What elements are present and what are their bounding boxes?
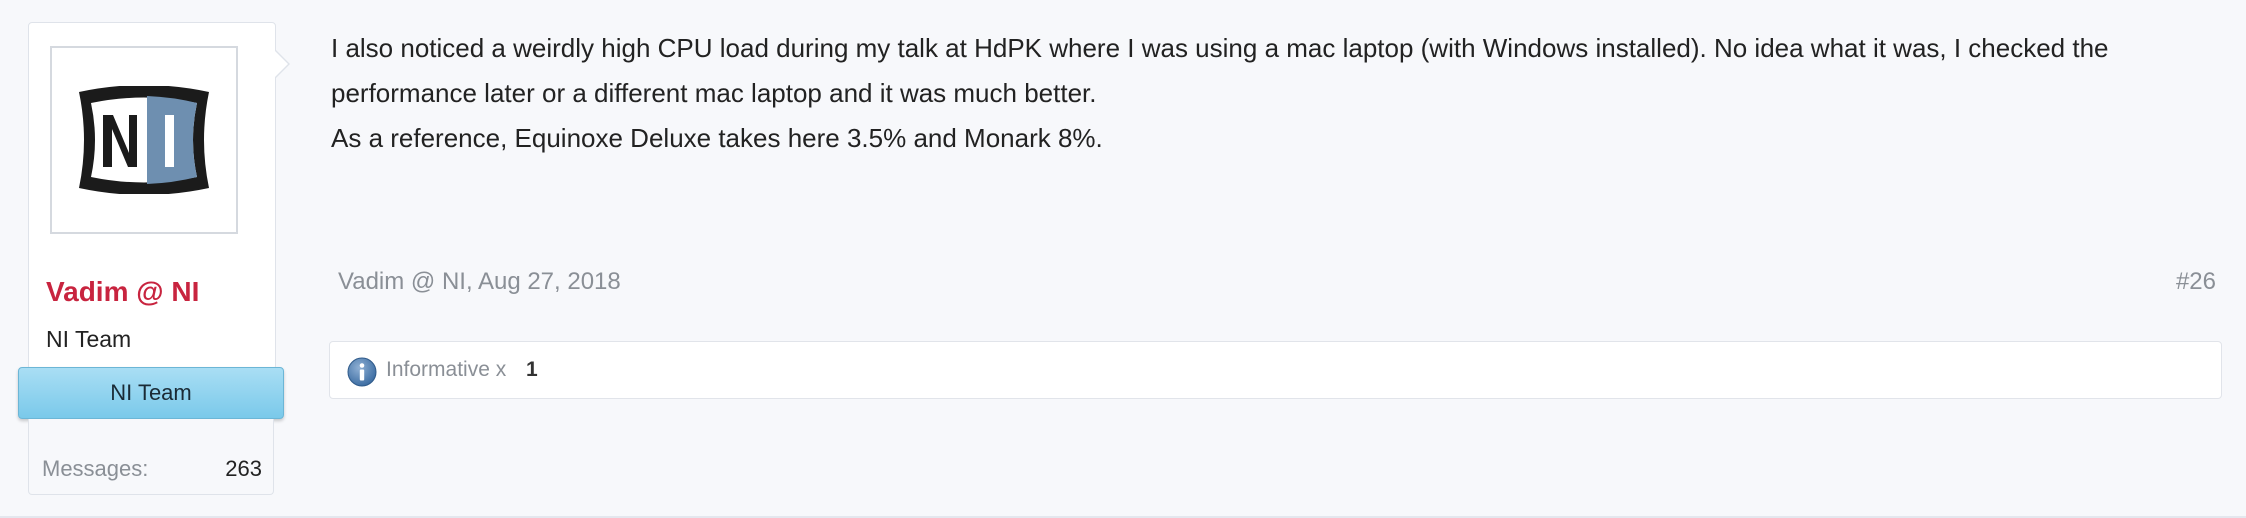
user-banner: NI Team xyxy=(18,367,284,419)
rating-count[interactable]: 1 xyxy=(526,358,538,382)
username[interactable]: Vadim @ NI xyxy=(46,276,199,308)
rating-label[interactable]: Informative x xyxy=(386,358,506,382)
forum-post: Vadim @ NI NI Team NI Team Messages: 263… xyxy=(0,0,2246,518)
message-body: I also noticed a weirdly high CPU load d… xyxy=(331,26,2211,161)
message-arrow-fill xyxy=(274,50,288,78)
ratings-bar xyxy=(329,341,2222,399)
messages-label: Messages: xyxy=(42,456,149,481)
messages-count[interactable]: 263 xyxy=(200,456,262,482)
info-icon xyxy=(347,357,377,387)
avatar[interactable] xyxy=(50,46,238,234)
user-title: NI Team xyxy=(46,326,132,352)
message-paragraph: I also noticed a weirdly high CPU load d… xyxy=(331,33,2109,108)
post-author-date[interactable]: Vadim @ NI, Aug 27, 2018 xyxy=(338,268,621,296)
message-paragraph: As a reference, Equinoxe Deluxe takes he… xyxy=(331,123,1103,153)
post-permalink[interactable]: #26 xyxy=(2176,268,2216,296)
ni-logo-icon xyxy=(79,86,209,194)
